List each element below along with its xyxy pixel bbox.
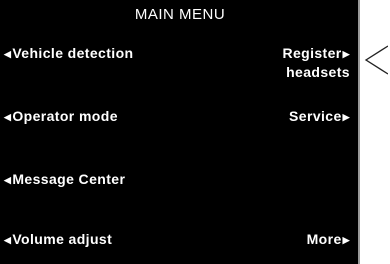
left-arrow-icon: ◀ <box>4 49 12 59</box>
menu-item-label: More <box>306 231 342 247</box>
menu-item-label: Message Center <box>12 171 126 187</box>
menu-item-register-headsets[interactable]: Register▶ headsets <box>282 44 350 81</box>
left-arrow-icon: ◀ <box>4 112 12 122</box>
menu-item-vehicle-detection[interactable]: ◀Vehicle detection <box>4 44 134 63</box>
menu-item-label: Service <box>289 108 342 124</box>
menu-item-label: Vehicle detection <box>12 45 134 61</box>
menu-item-message-center[interactable]: ◀Message Center <box>4 170 125 189</box>
menu-title: MAIN MENU <box>134 6 226 23</box>
menu-item-service[interactable]: Service▶ <box>289 107 350 126</box>
pointer-icon <box>364 45 388 75</box>
menu-item-label: Volume adjust <box>12 231 113 247</box>
display-screen: MAIN MENU ◀Vehicle detection Register▶ h… <box>0 0 360 264</box>
left-arrow-icon: ◀ <box>4 175 12 185</box>
right-arrow-icon: ▶ <box>342 235 350 245</box>
menu-item-volume-adjust[interactable]: ◀Volume adjust <box>4 230 112 249</box>
right-arrow-icon: ▶ <box>342 49 350 59</box>
menu-item-operator-mode[interactable]: ◀Operator mode <box>4 107 118 126</box>
menu-item-more[interactable]: More▶ <box>307 230 350 249</box>
menu-item-label-line2: headsets <box>286 64 350 80</box>
menu-item-label: Operator mode <box>12 108 118 124</box>
pointer-chevron <box>364 45 388 75</box>
right-arrow-icon: ▶ <box>342 112 350 122</box>
left-arrow-icon: ◀ <box>4 235 12 245</box>
menu-item-label: Register <box>282 45 342 61</box>
